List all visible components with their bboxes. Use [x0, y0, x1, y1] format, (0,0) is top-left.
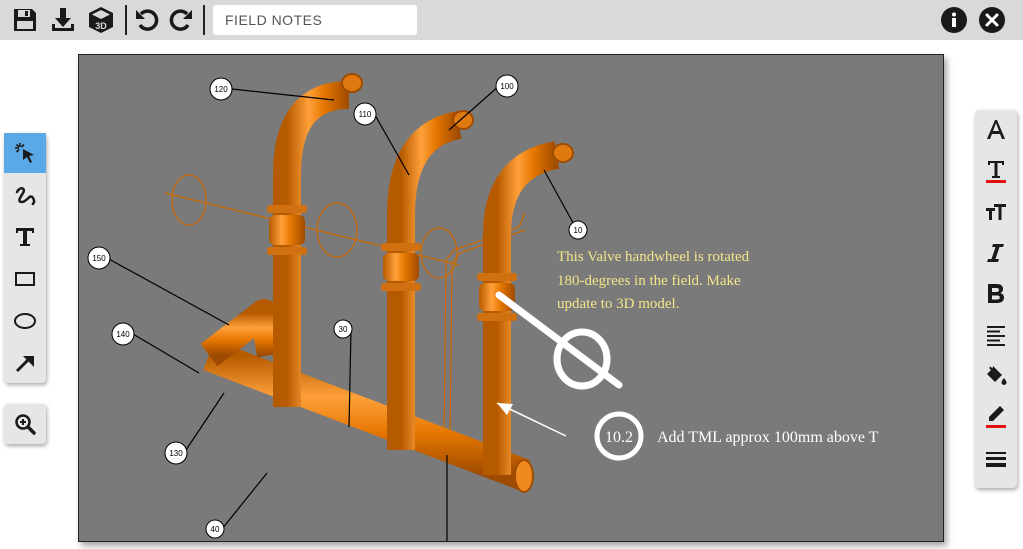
flange	[267, 247, 307, 255]
tag-bubble[interactable]: 120	[209, 77, 233, 101]
tag-bubble[interactable]: 110	[353, 102, 377, 126]
valve-body	[269, 215, 305, 245]
tag-bubble[interactable]: 100	[495, 74, 519, 98]
header-pipe	[203, 340, 530, 490]
tag-bubble[interactable]: 130	[164, 441, 188, 465]
tag-bubble[interactable]: 10	[568, 220, 588, 240]
fill-color-icon[interactable]	[975, 356, 1017, 396]
tag-bubble[interactable]: 40	[205, 519, 225, 539]
arrow-tool-icon[interactable]	[4, 343, 46, 383]
svg-text:130: 130	[169, 449, 183, 458]
tag-bubble[interactable]: 140	[111, 322, 135, 346]
rectangle-tool-icon[interactable]	[4, 259, 46, 299]
3d-model-icon[interactable]: 3D	[86, 4, 116, 36]
flange	[381, 283, 421, 291]
drawing-canvas[interactable]: 120 100 110 10 150 140 30 130 40 This Va…	[78, 54, 944, 542]
svg-text:30: 30	[339, 325, 348, 334]
tml-marker-label: 10.2	[605, 429, 633, 446]
tag-bubble[interactable]: 30	[333, 319, 353, 339]
svg-text:100: 100	[500, 82, 514, 91]
3d-label: 3D	[95, 21, 107, 31]
text-color-icon[interactable]	[975, 151, 1017, 191]
field-note-1[interactable]: This Valve handwheel is rotated 180-degr…	[557, 249, 750, 312]
bold-icon[interactable]	[975, 274, 1017, 314]
style-tools-panel	[975, 110, 1017, 488]
align-left-icon[interactable]	[975, 315, 1017, 355]
download-icon[interactable]	[48, 4, 78, 36]
pipe-end	[552, 143, 574, 163]
header-end-cap	[514, 459, 534, 493]
svg-text:110: 110	[359, 110, 372, 119]
info-icon[interactable]	[941, 7, 967, 33]
font-size-icon[interactable]	[975, 192, 1017, 232]
redo-icon[interactable]	[166, 4, 196, 36]
pipe-end	[341, 73, 363, 93]
svg-text:120: 120	[214, 85, 228, 94]
toolbar-divider	[125, 5, 127, 35]
svg-text:This Valve handwheel is rotate: This Valve handwheel is rotated	[557, 249, 750, 265]
select-tool-icon[interactable]	[4, 133, 46, 173]
line-weight-icon[interactable]	[975, 438, 1017, 478]
undo-icon[interactable]	[132, 4, 162, 36]
top-toolbar: 3D	[0, 0, 1023, 40]
close-icon[interactable]	[979, 7, 1005, 33]
zoom-panel	[4, 404, 46, 444]
pipe-end	[452, 110, 474, 130]
tag-bubble[interactable]: 150	[87, 246, 111, 270]
svg-text:update to 3D model.: update to 3D model.	[557, 296, 679, 312]
text-tool-icon[interactable]	[4, 217, 46, 257]
flange	[477, 313, 517, 321]
valve-body	[383, 253, 419, 281]
svg-text:140: 140	[116, 330, 130, 339]
title-input[interactable]	[213, 5, 417, 35]
zoom-in-icon[interactable]	[4, 404, 46, 444]
flange	[477, 273, 517, 281]
toolbar-divider	[203, 5, 205, 35]
drawing-tools-panel	[4, 133, 46, 383]
svg-text:180-degrees in the field. Mak: 180-degrees in the field. Make	[557, 273, 741, 289]
flange	[381, 243, 421, 251]
svg-text:150: 150	[92, 254, 106, 263]
field-note-2[interactable]: Add TML approx 100mm above T	[657, 429, 879, 446]
svg-text:10: 10	[574, 226, 583, 235]
isometric-piping-drawing: 120 100 110 10 150 140 30 130 40 This Va…	[87, 73, 879, 541]
flange	[267, 205, 307, 213]
font-icon[interactable]	[975, 110, 1017, 150]
save-icon[interactable]	[10, 4, 40, 36]
freehand-tool-icon[interactable]	[4, 175, 46, 215]
stroke-color-icon[interactable]	[975, 397, 1017, 437]
italic-icon[interactable]	[975, 233, 1017, 273]
svg-text:40: 40	[211, 525, 220, 534]
ellipse-tool-icon[interactable]	[4, 301, 46, 341]
